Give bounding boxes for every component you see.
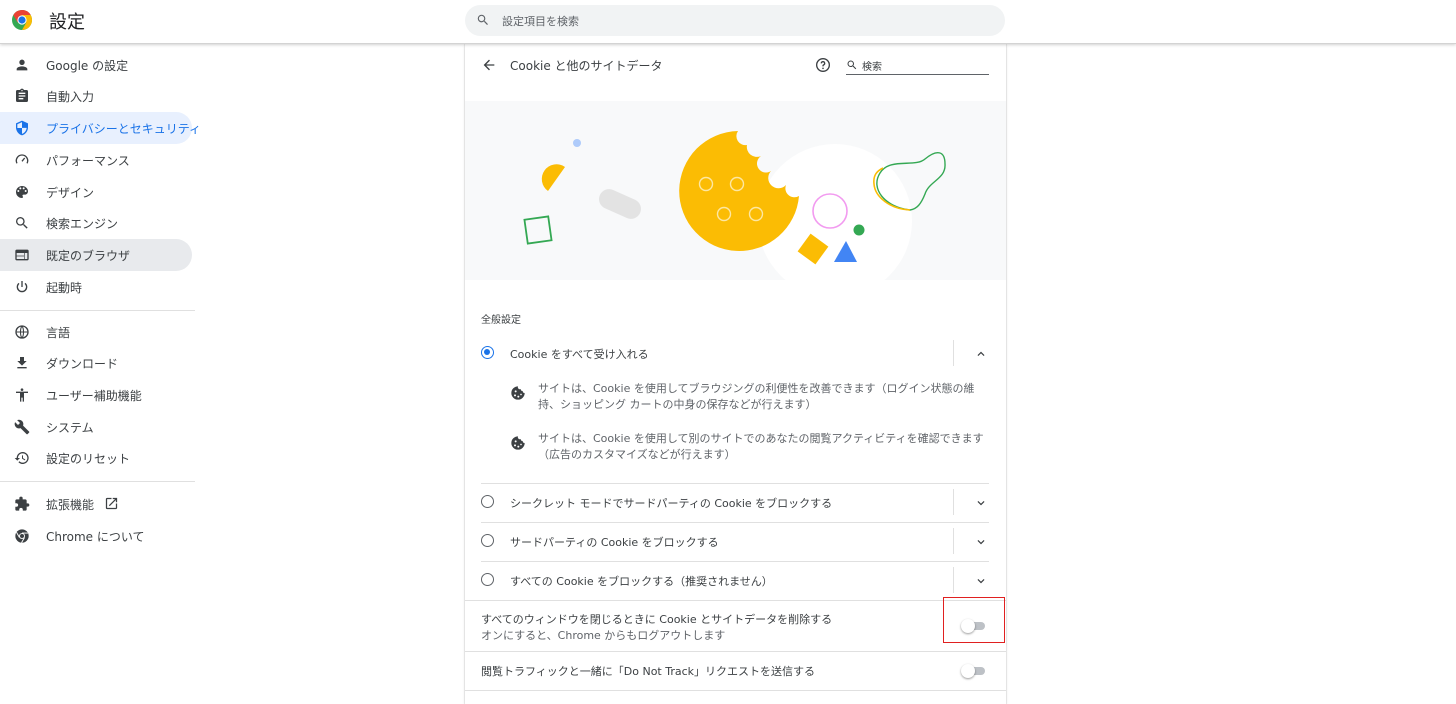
speedometer-icon <box>15 154 29 164</box>
sidebar-item-label: Chrome について <box>46 530 145 544</box>
sidebar-divider <box>0 481 195 482</box>
download-icon <box>17 357 27 369</box>
search-icon <box>477 14 488 25</box>
back-arrow-icon[interactable] <box>481 57 497 73</box>
app-title: 設定 <box>49 12 85 33</box>
option-label: シークレット モードでサードパーティの Cookie をブロックする <box>510 497 833 510</box>
cookie-option-allow-all[interactable]: Cookie をすべて受け入れる <box>465 334 1006 373</box>
toggle-title: 閲覧トラフィックと一緒に「Do Not Track」リクエストを送信する <box>481 665 816 678</box>
chrome-logo-icon <box>12 10 32 30</box>
restore-icon <box>14 452 29 464</box>
sidebar-item-label: 拡張機能 <box>46 498 95 512</box>
sidebar-item-label: 自動入力 <box>46 90 95 104</box>
accessibility-icon <box>16 388 28 402</box>
chevron-down-icon[interactable] <box>974 496 988 510</box>
power-icon <box>16 281 28 293</box>
sidebar-item-label: パフォーマンス <box>46 154 130 168</box>
cookie-option-block-third-party[interactable]: サードパーティの Cookie をブロックする <box>465 522 1006 561</box>
radio-button[interactable] <box>481 495 494 508</box>
option-label: すべての Cookie をブロックする（推奨されません） <box>510 575 773 588</box>
toggle-subtitle: オンにすると、Chrome からもログアウトします <box>481 629 726 642</box>
section-title: 全般設定 <box>481 315 521 326</box>
sidebar-item-google[interactable]: Google の設定 <box>0 49 192 81</box>
separator <box>953 340 954 366</box>
sidebar-item-languages[interactable]: 言語 <box>0 316 192 348</box>
do-not-track-row[interactable]: 閲覧トラフィックと一緒に「Do Not Track」リクエストを送信する <box>465 651 1006 690</box>
settings-search-bar[interactable]: 設定項目を検索 <box>465 5 1005 36</box>
external-link-icon <box>105 497 118 510</box>
sidebar-item-extensions[interactable]: 拡張機能 <box>0 488 192 520</box>
radio-button[interactable] <box>481 534 494 547</box>
search-icon <box>847 60 857 70</box>
sidebar-item-default-browser[interactable]: 既定のブラウザ <box>0 239 192 271</box>
sidebar-item-privacy[interactable]: プライバシーとセキュリティ <box>0 112 201 144</box>
info-text: サイトは、Cookie を使用してブラウジングの利便性を改善できます（ログイン状… <box>538 382 975 411</box>
sidebar-item-downloads[interactable]: ダウンロード <box>0 347 192 379</box>
info-text: サイトは、Cookie を使用して別のサイトでのあなたの閲覧アクティビティを確認… <box>538 432 984 461</box>
sidebar-divider <box>0 310 195 311</box>
sidebar-item-reset[interactable]: 設定のリセット <box>0 442 192 474</box>
sidebar-item-label: 設定のリセット <box>46 452 131 466</box>
globe-icon <box>15 325 29 339</box>
sidebar-item-label: Google の設定 <box>46 59 129 73</box>
cookies-settings-card: Cookie と他のサイトデータ 検索 全般設定 Cookie をすべて受け入れ… <box>465 44 1006 704</box>
highlight-box <box>943 597 1005 643</box>
sidebar-item-design[interactable]: デザイン <box>0 176 192 208</box>
sidebar-item-label: プライバシーとセキュリティ <box>46 122 202 136</box>
browser-icon <box>15 249 29 261</box>
separator <box>953 528 954 554</box>
page-search-field[interactable]: 検索 <box>846 56 989 75</box>
sidebar-item-search-engine[interactable]: 検索エンジン <box>0 207 192 239</box>
wrench-icon <box>14 419 30 435</box>
chevron-down-icon[interactable] <box>974 574 988 588</box>
sidebar: Google の設定 自動入力 プライバシーとセキュリティ パフォーマンス デザ… <box>0 44 201 696</box>
cookie-illustration <box>465 101 1006 280</box>
sidebar-item-label: 起動時 <box>46 281 83 295</box>
page-search-input[interactable]: 検索 <box>862 58 882 73</box>
sidebar-item-label: ユーザー補助機能 <box>46 389 142 403</box>
help-icon[interactable] <box>815 57 831 73</box>
cookie-icon <box>511 386 525 400</box>
shield-icon <box>16 120 28 136</box>
search-input[interactable]: 設定項目を検索 <box>502 13 579 29</box>
do-not-track-toggle[interactable] <box>961 664 987 678</box>
sidebar-item-accessibility[interactable]: ユーザー補助機能 <box>0 379 192 411</box>
sidebar-item-label: 検索エンジン <box>46 217 119 231</box>
chevron-down-icon[interactable] <box>974 535 988 549</box>
option-label: サードパーティの Cookie をブロックする <box>510 536 719 549</box>
sidebar-item-about-chrome[interactable]: Chrome について <box>0 520 192 552</box>
sidebar-item-label: デザイン <box>46 186 95 200</box>
radio-button[interactable] <box>481 346 494 359</box>
search-icon <box>16 217 28 229</box>
sidebar-item-label: 既定のブラウザ <box>46 249 131 263</box>
puzzle-icon <box>15 496 30 511</box>
toggle-title: すべてのウィンドウを閉じるときに Cookie とサイトデータを削除する <box>481 613 833 626</box>
cookie-illustration-graphic <box>523 131 946 280</box>
toggle-knob <box>961 664 975 678</box>
clear-on-exit-row[interactable]: すべてのウィンドウを閉じるときに Cookie とサイトデータを削除する オンに… <box>465 600 1006 651</box>
cookie-option-block-third-party-incognito[interactable]: シークレット モードでサードパーティの Cookie をブロックする <box>465 483 1006 522</box>
sidebar-item-label: 言語 <box>46 326 71 340</box>
sidebar-item-performance[interactable]: パフォーマンス <box>0 144 192 176</box>
person-icon <box>16 59 28 71</box>
separator <box>953 567 954 593</box>
card-header: Cookie と他のサイトデータ 検索 <box>465 44 1006 101</box>
cookie-icon <box>511 436 525 450</box>
chevron-up-icon[interactable] <box>974 347 988 361</box>
separator <box>953 489 954 515</box>
palette-icon <box>16 186 28 198</box>
radio-button[interactable] <box>481 573 494 586</box>
page-title: Cookie と他のサイトデータ <box>510 59 663 73</box>
sidebar-item-label: ダウンロード <box>46 357 119 371</box>
sidebar-item-label: システム <box>46 421 94 435</box>
sidebar-item-system[interactable]: システム <box>0 411 192 443</box>
top-bar: 設定 設定項目を検索 <box>0 0 1456 44</box>
clipboard-icon <box>16 88 28 102</box>
divider <box>465 690 1006 691</box>
cookie-option-block-all[interactable]: すべての Cookie をブロックする（推奨されません） <box>465 561 1006 600</box>
sidebar-item-startup[interactable]: 起動時 <box>0 271 192 303</box>
option-label: Cookie をすべて受け入れる <box>510 348 649 361</box>
chrome-icon <box>15 529 29 543</box>
sidebar-item-autofill[interactable]: 自動入力 <box>0 80 192 112</box>
